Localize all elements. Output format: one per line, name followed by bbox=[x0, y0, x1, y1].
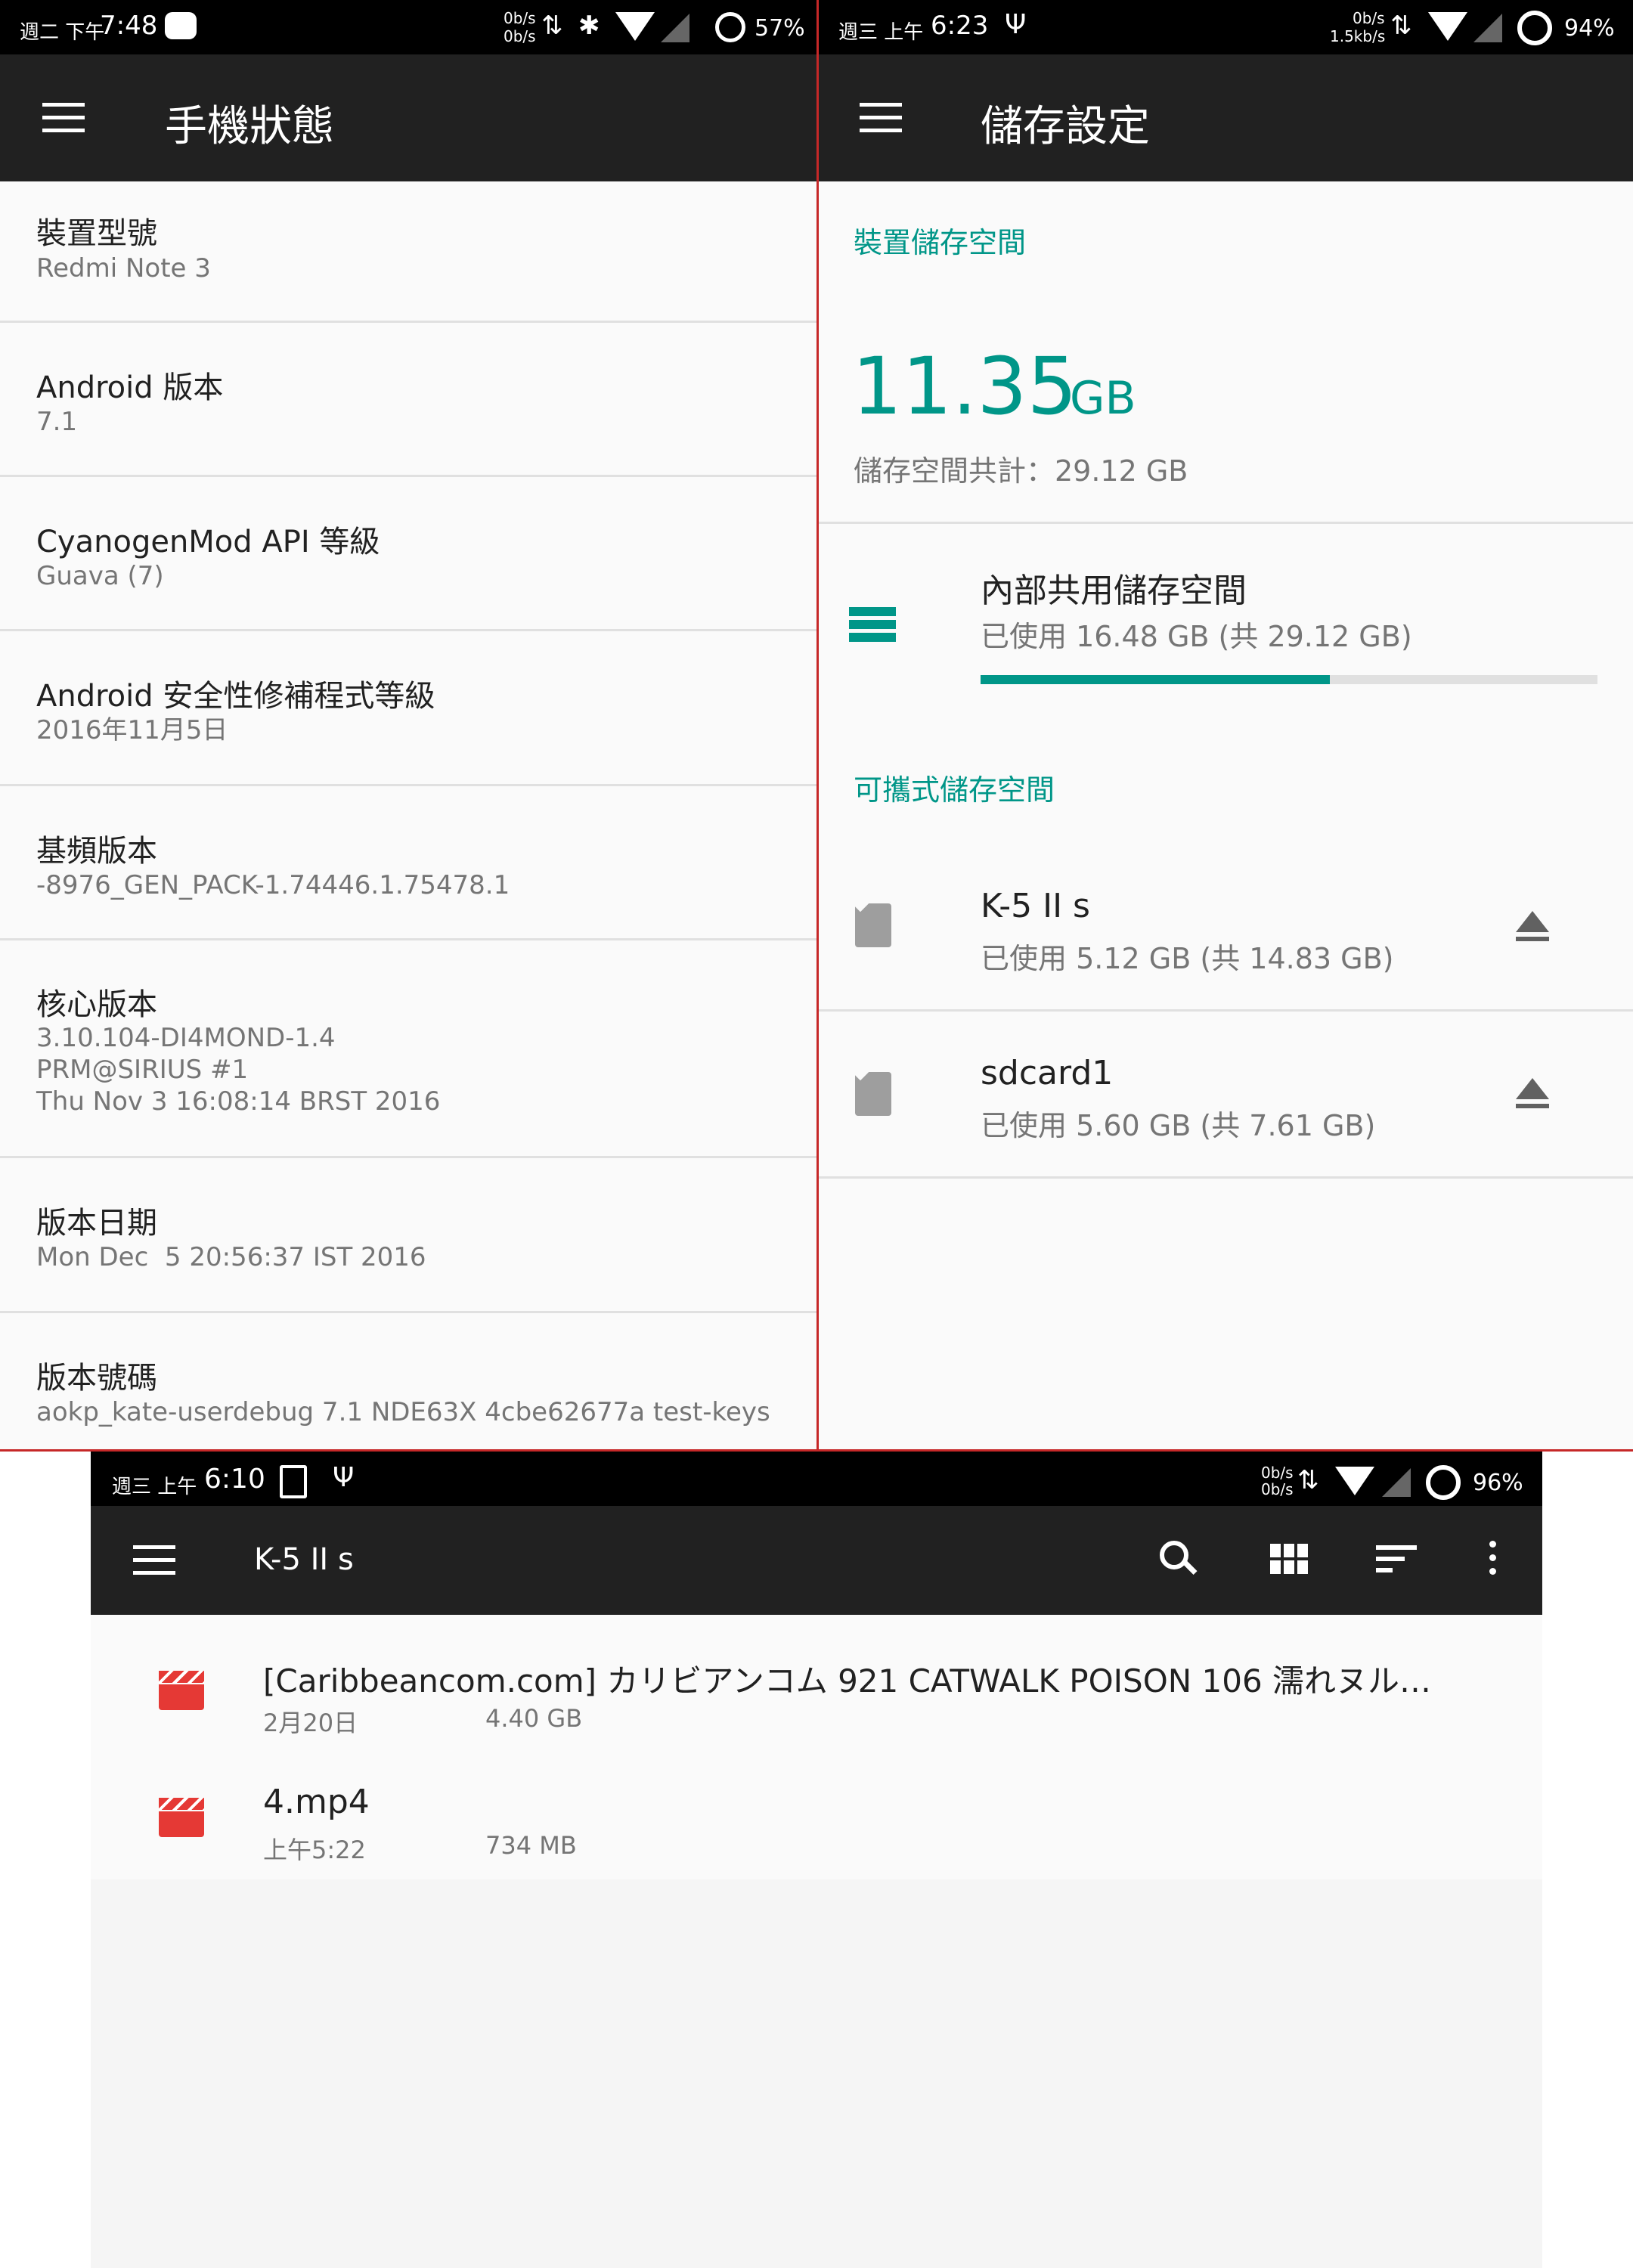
portable-storage-header: 可攜式儲存空間 bbox=[854, 773, 1055, 807]
status-time-prefix: 週二 下午 bbox=[20, 21, 105, 44]
bluetooth-icon: ✱ bbox=[578, 11, 600, 41]
right-panel: 週三 上午 6:23 Ψ 0b/s 1.5kb/s ⇅ 94% 儲存設定 裝置儲… bbox=[819, 0, 1633, 1449]
video-file-icon bbox=[159, 1798, 204, 1837]
video-file-icon bbox=[159, 1671, 204, 1710]
sd-card-icon bbox=[855, 1072, 891, 1116]
page-title: 手機狀態 bbox=[165, 102, 334, 151]
file-size: 734 MB bbox=[485, 1831, 577, 1860]
list-item[interactable]: 核心版本 3.10.104-DI4MOND-1.4 PRM@SIRIUS #1 … bbox=[0, 940, 816, 1158]
list-item[interactable]: 版本日期 Mon Dec 5 20:56:37 IST 2016 bbox=[0, 1158, 816, 1313]
margin-right bbox=[1542, 1452, 1633, 2268]
file-size: 4.40 GB bbox=[485, 1704, 583, 1733]
file-name: 4.mp4 bbox=[263, 1783, 370, 1821]
internal-storage-sub: 已使用 16.48 GB (共 29.12 GB) bbox=[981, 620, 1412, 653]
battery-percent: 94% bbox=[1564, 15, 1615, 42]
eject-icon[interactable] bbox=[1516, 1078, 1549, 1108]
net-up: 0b/s bbox=[1353, 9, 1385, 27]
total-storage-text: 儲存空間共計：29.12 GB bbox=[854, 454, 1188, 488]
battery-percent: 57% bbox=[755, 15, 805, 42]
wifi-icon bbox=[1428, 12, 1467, 41]
status-bar: 週二 下午 7:48 0b/s 0b/s ⇅ ✱ 57% bbox=[0, 0, 816, 54]
status-bar: 週三 上午 6:10 Ψ 0b/s 0b/s ⇅ 96% bbox=[91, 1452, 1542, 1506]
data-arrows-icon: ⇅ bbox=[541, 11, 563, 41]
portable-storage-item[interactable]: K-5 II s 已使用 5.12 GB (共 14.83 GB) bbox=[819, 843, 1633, 1012]
wifi-icon bbox=[615, 12, 655, 41]
status-time: 7:48 bbox=[100, 11, 158, 41]
battery-icon bbox=[715, 12, 745, 42]
search-icon[interactable] bbox=[1160, 1541, 1198, 1576]
portable-storage-sub: 已使用 5.60 GB (共 7.61 GB) bbox=[981, 1109, 1376, 1142]
data-arrows-icon: ⇅ bbox=[1390, 11, 1412, 41]
cat-icon bbox=[165, 12, 197, 39]
menu-icon[interactable] bbox=[133, 1545, 175, 1584]
status-time-prefix: 週三 上午 bbox=[838, 21, 924, 44]
menu-icon[interactable] bbox=[860, 103, 902, 141]
usb-icon: Ψ bbox=[333, 1462, 355, 1493]
battery-percent: 96% bbox=[1473, 1470, 1523, 1496]
portable-storage-title: K-5 II s bbox=[981, 887, 1090, 925]
sort-icon[interactable] bbox=[1376, 1545, 1417, 1572]
storage-progress-bar bbox=[981, 675, 1597, 684]
portable-storage-title: sdcard1 bbox=[981, 1054, 1114, 1092]
list-item[interactable]: CyanogenMod API 等級 Guava (7) bbox=[0, 477, 816, 631]
file-date: 上午5:22 bbox=[263, 1836, 366, 1864]
internal-storage-title: 內部共用儲存空間 bbox=[981, 572, 1247, 610]
net-down: 0b/s bbox=[504, 27, 536, 45]
storage-icon bbox=[849, 607, 896, 642]
file-list: [Caribbeancom.com] カリビアンコム 921 CATWALK P… bbox=[91, 1615, 1542, 1879]
internal-storage-item[interactable]: 內部共用儲存空間 已使用 16.48 GB (共 29.12 GB) bbox=[819, 524, 1633, 713]
sd-card-icon bbox=[855, 903, 891, 947]
file-date: 2月20日 bbox=[263, 1709, 358, 1737]
used-unit: GB bbox=[1070, 372, 1136, 425]
file-row[interactable]: 4.mp4 上午5:22 734 MB bbox=[91, 1743, 1542, 1879]
list-item[interactable]: 裝置型號 Redmi Note 3 bbox=[0, 181, 816, 323]
page-title: K-5 II s bbox=[254, 1542, 354, 1577]
status-time-prefix: 週三 上午 bbox=[112, 1476, 197, 1498]
toolbar: 儲存設定 bbox=[819, 54, 1633, 181]
device-storage-header: 裝置儲存空間 bbox=[854, 226, 1027, 259]
net-down: 1.5kb/s bbox=[1330, 27, 1386, 45]
eject-icon[interactable] bbox=[1516, 911, 1549, 941]
usb-icon: Ψ bbox=[1005, 9, 1027, 40]
list-item[interactable]: 版本號碼 aokp_kate-userdebug 7.1 NDE63X 4cbe… bbox=[0, 1313, 816, 1452]
net-up: 0b/s bbox=[504, 9, 536, 27]
signal-icon bbox=[1473, 14, 1502, 42]
battery-icon bbox=[1517, 11, 1552, 45]
used-value: 11.35 bbox=[852, 340, 1077, 432]
page-title: 儲存設定 bbox=[981, 102, 1150, 151]
menu-icon[interactable] bbox=[42, 103, 85, 141]
list-item[interactable]: Android 版本 7.1 bbox=[0, 323, 816, 477]
margin-left bbox=[0, 1452, 91, 2268]
data-arrows-icon: ⇅ bbox=[1297, 1465, 1319, 1495]
file-row[interactable]: [Caribbeancom.com] カリビアンコム 921 CATWALK P… bbox=[91, 1615, 1542, 1743]
net-up: 0b/s bbox=[1261, 1464, 1294, 1482]
storage-progress-fill bbox=[981, 675, 1330, 684]
status-time: 6:23 bbox=[931, 11, 989, 41]
list-item[interactable]: 基頻版本 -8976_GEN_PACK-1.74446.1.75478.1 bbox=[0, 786, 816, 940]
toolbar: K-5 II s bbox=[91, 1506, 1542, 1615]
more-options-icon[interactable] bbox=[1489, 1541, 1496, 1575]
status-bar: 週三 上午 6:23 Ψ 0b/s 1.5kb/s ⇅ 94% bbox=[819, 0, 1633, 54]
status-time: 6:10 bbox=[204, 1464, 265, 1495]
file-name: [Caribbeancom.com] カリビアンコム 921 CATWALK P… bbox=[263, 1662, 1432, 1699]
portable-storage-sub: 已使用 5.12 GB (共 14.83 GB) bbox=[981, 942, 1394, 975]
bottom-panel: 週三 上午 6:10 Ψ 0b/s 0b/s ⇅ 96% K-5 II s [C… bbox=[91, 1452, 1542, 2268]
toolbar: 手機狀態 bbox=[0, 54, 816, 181]
signal-icon bbox=[661, 14, 689, 42]
portable-storage-item[interactable]: sdcard1 已使用 5.60 GB (共 7.61 GB) bbox=[819, 1012, 1633, 1179]
battery-icon bbox=[1426, 1465, 1461, 1500]
grid-view-icon[interactable] bbox=[1270, 1544, 1309, 1574]
list-item[interactable]: Android 安全性修補程式等級 2016年11月5日 bbox=[0, 631, 816, 786]
wifi-icon bbox=[1335, 1467, 1374, 1495]
signal-icon bbox=[1382, 1468, 1411, 1497]
net-down: 0b/s bbox=[1261, 1480, 1294, 1498]
copy-icon bbox=[280, 1465, 307, 1498]
left-panel: 週二 下午 7:48 0b/s 0b/s ⇅ ✱ 57% 手機狀態 裝置型號 R… bbox=[0, 0, 816, 1452]
